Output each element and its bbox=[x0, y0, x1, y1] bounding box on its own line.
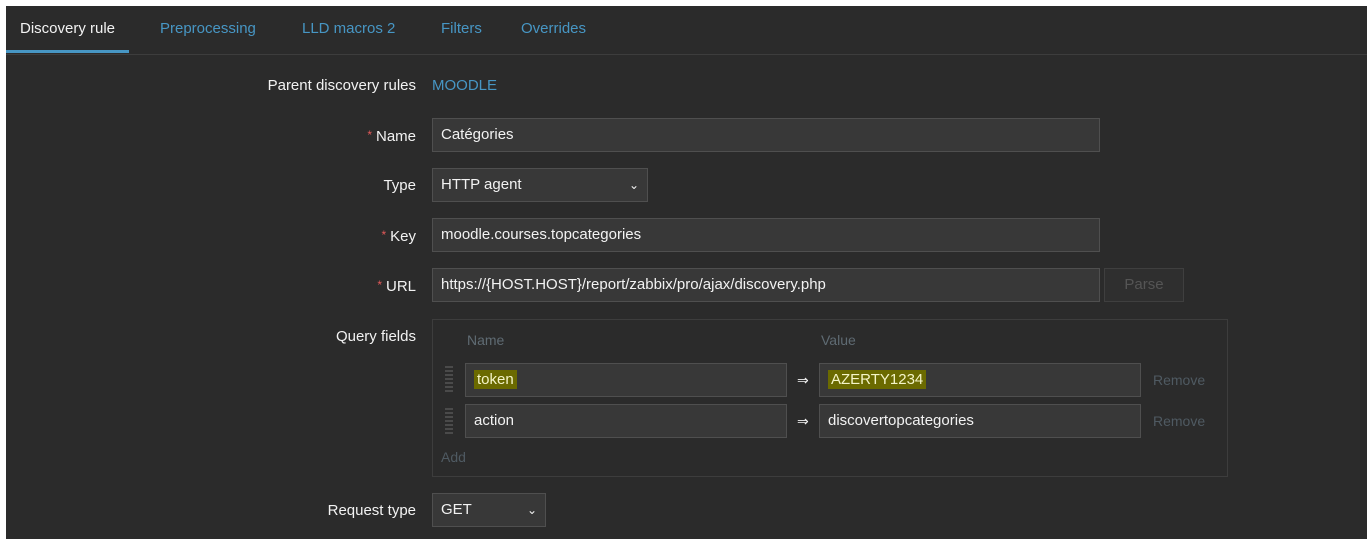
parent-discovery-rules-label: Parent discovery rules bbox=[267, 77, 416, 94]
tab-filters[interactable]: Filters bbox=[441, 6, 482, 52]
remove-row-button[interactable]: Remove bbox=[1153, 413, 1205, 429]
parent-discovery-rule-link[interactable]: MOODLE bbox=[432, 77, 497, 94]
type-select[interactable]: HTTP agent ⌄ bbox=[432, 168, 648, 202]
drag-handle-icon[interactable] bbox=[445, 366, 453, 394]
url-label: * URL bbox=[377, 278, 416, 295]
query-name-header: Name bbox=[467, 332, 505, 348]
parse-button[interactable]: Parse bbox=[1104, 268, 1184, 302]
query-name-input[interactable]: token bbox=[465, 363, 787, 397]
highlight: token bbox=[474, 370, 517, 389]
highlight: AZERTY1234 bbox=[828, 370, 927, 389]
query-fields-label: Query fields bbox=[335, 328, 416, 345]
chevron-down-icon: ⌄ bbox=[628, 178, 639, 192]
drag-handle-icon[interactable] bbox=[445, 408, 453, 436]
query-name-input[interactable]: action bbox=[465, 404, 787, 438]
add-query-field-button[interactable]: Add bbox=[441, 449, 466, 465]
request-type-select[interactable]: GET ⌄ bbox=[432, 493, 546, 527]
url-input[interactable]: https://{HOST.HOST}/report/zabbix/pro/aj… bbox=[432, 268, 1100, 302]
tab-lld-macros[interactable]: LLD macros 2 bbox=[302, 6, 395, 52]
type-label: Type bbox=[383, 177, 416, 194]
arrow-icon: ⇒ bbox=[797, 413, 809, 429]
tab-discovery-rule[interactable]: Discovery rule bbox=[6, 6, 130, 53]
chevron-down-icon: ⌄ bbox=[526, 503, 537, 517]
query-value-header: Value bbox=[821, 332, 856, 348]
discovery-rule-form-page: Discovery rule Preprocessing LLD macros … bbox=[6, 6, 1367, 539]
required-mark: * bbox=[367, 128, 372, 142]
name-input[interactable]: Catégories bbox=[432, 118, 1100, 152]
request-type-label: Request type bbox=[327, 502, 416, 519]
query-fields-table: Name Value token ⇒ AZERTY1234 Remove act… bbox=[432, 319, 1228, 477]
key-input[interactable]: moodle.courses.topcategories bbox=[432, 218, 1100, 252]
arrow-icon: ⇒ bbox=[797, 372, 809, 388]
query-value-input[interactable]: AZERTY1234 bbox=[819, 363, 1141, 397]
query-value-input[interactable]: discovertopcategories bbox=[819, 404, 1141, 438]
request-type-value: GET bbox=[441, 501, 472, 518]
tab-preprocessing[interactable]: Preprocessing bbox=[160, 6, 256, 52]
name-label: * Name bbox=[367, 128, 416, 145]
tab-bar: Discovery rule Preprocessing LLD macros … bbox=[6, 6, 1367, 55]
type-select-value: HTTP agent bbox=[441, 176, 522, 193]
key-label: * Key bbox=[381, 228, 416, 245]
remove-row-button[interactable]: Remove bbox=[1153, 372, 1205, 388]
required-mark: * bbox=[381, 228, 387, 242]
tab-overrides[interactable]: Overrides bbox=[521, 6, 586, 52]
required-mark: * bbox=[377, 278, 382, 292]
